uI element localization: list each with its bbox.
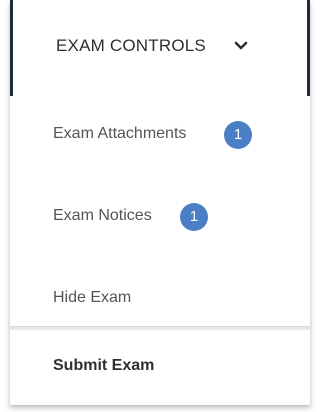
count-badge: 1 xyxy=(180,203,208,231)
exam-controls-menu: Exam Attachments 1 Exam Notices 1 Hide E… xyxy=(10,96,310,342)
menu-item-exam-notices[interactable]: Exam Notices 1 xyxy=(10,178,310,260)
count-badge: 1 xyxy=(224,121,252,149)
chevron-down-icon xyxy=(234,41,248,50)
exam-controls-dropdown: EXAM CONTROLS Exam Attachments 1 Exam No… xyxy=(10,0,310,405)
menu-item-label: Exam Notices xyxy=(53,207,152,224)
submit-exam-button[interactable]: Submit Exam xyxy=(10,330,310,400)
menu-item-exam-attachments[interactable]: Exam Attachments 1 xyxy=(10,96,310,178)
menu-item-label: Hide Exam xyxy=(53,289,132,306)
exam-controls-toggle[interactable]: EXAM CONTROLS xyxy=(10,0,310,96)
submit-exam-label: Submit Exam xyxy=(53,357,155,374)
menu-item-label: Exam Attachments xyxy=(53,125,187,142)
exam-controls-label: EXAM CONTROLS xyxy=(56,36,206,55)
